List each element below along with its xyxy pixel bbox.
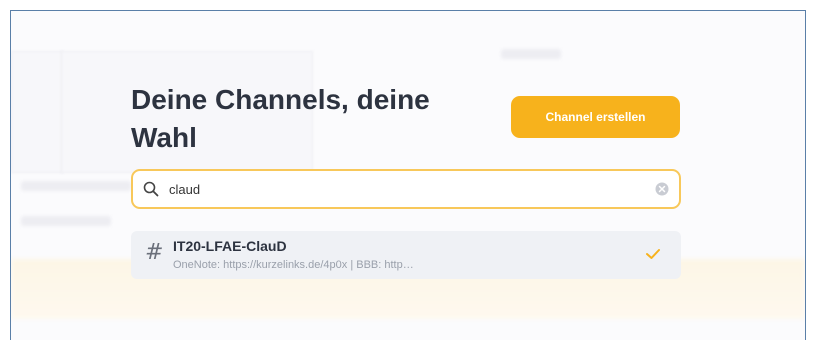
checkmark-icon xyxy=(646,249,660,259)
channel-search-box[interactable] xyxy=(131,169,681,209)
channel-description: OneNote: https://kurzelinks.de/4p0x | BB… xyxy=(173,259,414,271)
clear-icon[interactable] xyxy=(655,182,669,196)
search-input[interactable] xyxy=(169,179,639,199)
hash-icon: # xyxy=(145,240,164,265)
channel-name: IT20-LFAE-ClauD xyxy=(173,238,287,254)
channel-result-item[interactable]: # IT20-LFAE-ClauD OneNote: https://kurze… xyxy=(131,231,681,279)
create-channel-button[interactable]: Channel erstellen xyxy=(511,96,680,138)
modal-title: Deine Channels, deine Wahl xyxy=(131,84,430,153)
app-window: Deine Channels, deine Wahl Channel erste… xyxy=(10,10,806,340)
search-icon xyxy=(143,181,159,197)
channel-picker-modal: Deine Channels, deine Wahl Channel erste… xyxy=(11,11,805,340)
